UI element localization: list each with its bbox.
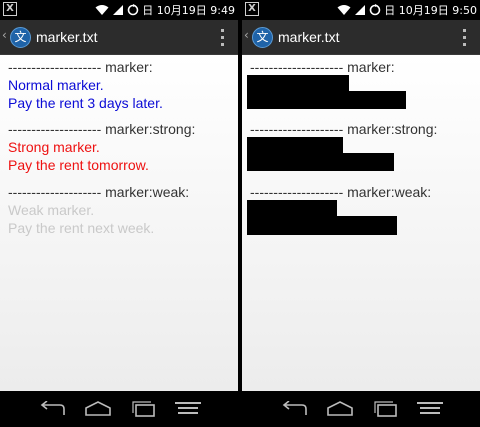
- section-marker-strong: -------------------- marker:strong: Stro…: [8, 121, 195, 174]
- navigation-bar: [242, 391, 480, 427]
- weak-marker-line: Pay the rent next week.: [8, 220, 155, 236]
- notification-icon: X: [3, 2, 17, 16]
- app-title: marker.txt: [36, 29, 98, 45]
- section-header: -------------------- marker:strong:: [8, 121, 196, 137]
- section-marker-weak: -------------------- marker:weak:: [250, 184, 431, 201]
- left-screen: X 日 10月19日 9:49 ‹ 文 marker.txt ---------…: [0, 0, 238, 427]
- section-marker: -------------------- marker: Normal mark…: [8, 59, 163, 112]
- strong-marker-line: Strong marker.: [8, 139, 100, 155]
- status-icons: 日 10月19日 9:50: [337, 1, 477, 19]
- status-time: 日 10月19日 9:50: [384, 4, 477, 17]
- status-bar: X 日 10月19日 9:50: [242, 0, 480, 20]
- status-icons: 日 10月19日 9:49: [95, 1, 235, 19]
- overflow-menu-icon[interactable]: [463, 29, 467, 46]
- text-content: -------------------- marker: -----------…: [242, 55, 480, 391]
- wifi-icon: [337, 5, 351, 15]
- recent-apps-icon[interactable]: [130, 401, 158, 417]
- weak-marker-line: Weak marker.: [8, 202, 95, 218]
- wifi-icon: [95, 5, 109, 15]
- redacted-strong-marker-line: [247, 153, 394, 171]
- section-header: -------------------- marker:weak:: [8, 184, 190, 200]
- right-screen: X 日 10月19日 9:50 ‹ 文 marker.txt ---------…: [242, 0, 480, 427]
- redacted-normal-marker-line: [247, 91, 406, 109]
- redacted-weak-marker-line: [247, 216, 397, 235]
- status-bar: X 日 10月19日 9:49: [0, 0, 238, 20]
- signal-icon: [355, 5, 366, 15]
- normal-marker-line: Normal marker.: [8, 77, 104, 93]
- navigation-bar: [0, 391, 238, 427]
- section-header: -------------------- marker:: [8, 59, 153, 75]
- home-icon[interactable]: [84, 401, 112, 417]
- text-content: -------------------- marker: Normal mark…: [0, 55, 238, 391]
- normal-marker-line: Pay the rent 3 days later.: [8, 95, 163, 111]
- section-marker: -------------------- marker:: [250, 59, 395, 76]
- sync-icon: [127, 4, 139, 16]
- app-icon[interactable]: 文: [10, 27, 31, 48]
- section-header: -------------------- marker:strong:: [250, 121, 438, 137]
- sync-icon: [369, 4, 381, 16]
- section-marker-strong: -------------------- marker:strong:: [250, 121, 437, 138]
- strong-marker-line: Pay the rent tomorrow.: [8, 157, 149, 173]
- up-chevron-icon[interactable]: ‹: [244, 28, 249, 42]
- status-time: 日 10月19日 9:49: [142, 4, 235, 17]
- recent-apps-icon[interactable]: [372, 401, 400, 417]
- section-marker-weak: -------------------- marker:weak: Weak m…: [8, 184, 189, 237]
- app-title: marker.txt: [278, 29, 340, 45]
- notification-icon: X: [245, 2, 259, 16]
- up-chevron-icon[interactable]: ‹: [2, 28, 7, 42]
- app-icon[interactable]: 文: [252, 27, 273, 48]
- back-icon[interactable]: [280, 401, 308, 417]
- section-header: -------------------- marker:weak:: [250, 184, 432, 200]
- home-icon[interactable]: [326, 401, 354, 417]
- action-bar: ‹ 文 marker.txt: [242, 20, 480, 55]
- section-header: -------------------- marker:: [250, 59, 395, 75]
- menu-icon[interactable]: [174, 401, 202, 417]
- action-bar: ‹ 文 marker.txt: [0, 20, 238, 55]
- signal-icon: [113, 5, 124, 15]
- overflow-menu-icon[interactable]: [221, 29, 225, 46]
- back-icon[interactable]: [38, 401, 66, 417]
- menu-icon[interactable]: [416, 401, 444, 417]
